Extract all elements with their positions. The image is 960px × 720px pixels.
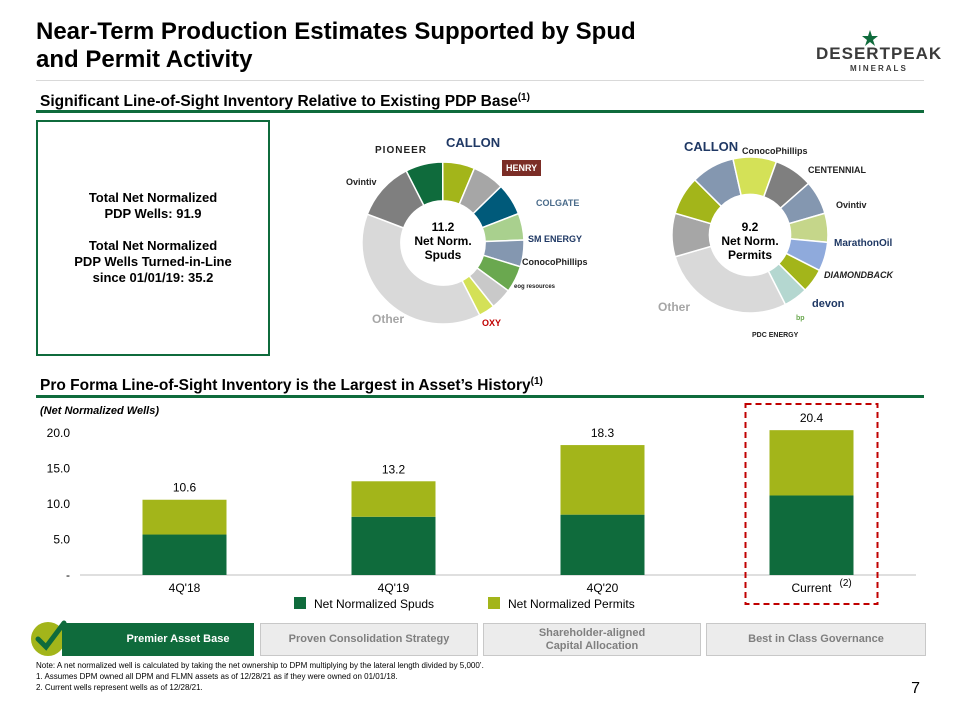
bar-permits-1 bbox=[351, 481, 436, 517]
spuds-center-label2: Spuds bbox=[424, 248, 462, 262]
bar-permits-2 bbox=[560, 445, 645, 515]
x-tick-label: 4Q'20 bbox=[587, 581, 619, 595]
legend-swatch-0 bbox=[294, 597, 306, 609]
logo-ovintiv-2: Ovintiv bbox=[836, 200, 867, 210]
tab-shareholder-label2: Capital Allocation bbox=[545, 639, 639, 652]
x-tick-label: 4Q'18 bbox=[169, 581, 201, 595]
logo-marathon: MarathonOil bbox=[834, 238, 893, 249]
permits-center-label2: Permits bbox=[727, 248, 773, 262]
permits-center-label1: Net Norm. bbox=[721, 234, 779, 248]
spuds-donut-center: 11.2 Net Norm. Spuds bbox=[400, 220, 486, 262]
tab-shareholder-label1: Shareholder-aligned bbox=[538, 626, 646, 639]
logo-sub: MINERALS bbox=[850, 64, 908, 73]
tab-shareholder-aligned[interactable]: Shareholder-aligned Capital Allocation bbox=[483, 623, 701, 656]
logo-pioneer: PIONEER bbox=[375, 145, 428, 156]
logo-colgate: COLGATE bbox=[536, 198, 580, 208]
spuds-center-value: 11.2 bbox=[431, 220, 455, 234]
pdp-line-5: since 01/01/19: 35.2 bbox=[92, 270, 214, 285]
section1-rule bbox=[36, 110, 924, 113]
footnote-1: 1. Assumes DPM owned all DPM and FLMN as… bbox=[36, 672, 398, 681]
tab-premier-label: Premier Asset Base bbox=[126, 633, 230, 645]
bar-total-label: 18.3 bbox=[591, 426, 615, 440]
pdp-line-3: Total Net Normalized bbox=[88, 238, 218, 253]
page-number: 7 bbox=[911, 680, 920, 697]
y-tick-label: 10.0 bbox=[47, 497, 71, 511]
logo-callon: CALLON bbox=[446, 135, 501, 150]
bar-permits-0 bbox=[142, 499, 227, 535]
permits-center-value: 9.2 bbox=[741, 220, 759, 234]
desert-peak-logo: DESERTPEAK MINERALS bbox=[812, 28, 941, 78]
footnotes: Note: A net normalized well is calculate… bbox=[36, 660, 484, 693]
bar-total-label: 20.4 bbox=[800, 411, 824, 425]
x-tick-label: 4Q'19 bbox=[378, 581, 410, 595]
pdp-summary-box: Total Net Normalized PDP Wells: 91.9 Tot… bbox=[36, 120, 270, 356]
logo-pdc-energy: PDC ENERGY bbox=[752, 332, 799, 339]
section1-sup: (1) bbox=[517, 92, 530, 103]
chart-unit-label: (Net Normalized Wells) bbox=[40, 405, 159, 417]
inventory-bar-chart: (Net Normalized Wells) - 5.0 10.0 15.0 20.0 1… bbox=[40, 403, 916, 611]
header-divider bbox=[36, 80, 924, 81]
logo-name: DESERTPEAK bbox=[816, 44, 943, 63]
legend-label-0: Net Normalized Spuds bbox=[314, 597, 434, 611]
pdp-line-1: Total Net Normalized bbox=[88, 190, 218, 205]
page-title: Near-Term Production Estimates Supported… bbox=[36, 18, 676, 74]
logo-eog: eog resources bbox=[514, 284, 556, 290]
title-line-1: Near-Term Production Estimates Supported… bbox=[36, 18, 636, 45]
y-tick-label: 5.0 bbox=[53, 533, 70, 547]
section2-title-text: Pro Forma Line-of-Sight Inventory is the… bbox=[40, 377, 531, 395]
x-tick-sup: (2) bbox=[840, 578, 852, 589]
tab-premier-asset-base[interactable]: Premier Asset Base bbox=[62, 623, 254, 656]
logo-oxy: OXY bbox=[482, 318, 502, 328]
pdp-line-2: PDP Wells: 91.9 bbox=[104, 206, 202, 221]
pdp-line-4: PDP Wells Turned-in-Line bbox=[74, 254, 232, 269]
y-tick-label: - bbox=[66, 568, 70, 582]
tab-proven-label: Proven Consolidation Strategy bbox=[288, 633, 450, 645]
tab-proven-consolidation[interactable]: Proven Consolidation Strategy bbox=[260, 623, 478, 656]
logo-ovintiv: Ovintiv bbox=[346, 177, 377, 187]
bar-permits-3 bbox=[769, 430, 854, 496]
logo-callon-2: CALLON bbox=[684, 139, 739, 154]
section2-title: Pro Forma Line-of-Sight Inventory is the… bbox=[40, 376, 543, 395]
y-tick-label: 20.0 bbox=[47, 426, 71, 440]
x-tick-label: Current bbox=[791, 581, 832, 595]
title-line-2: and Permit Activity bbox=[36, 46, 253, 73]
section2-sup: (1) bbox=[530, 376, 543, 387]
logo-bp: bp bbox=[796, 315, 805, 322]
bar-total-label: 13.2 bbox=[382, 462, 406, 476]
legend-label-1: Net Normalized Permits bbox=[508, 597, 635, 611]
permits-other-label: Other bbox=[658, 300, 691, 314]
bar-spuds-0 bbox=[142, 534, 227, 575]
tab-best-in-class[interactable]: Best in Class Governance bbox=[706, 623, 926, 656]
tab-best-label: Best in Class Governance bbox=[748, 633, 884, 645]
spuds-center-label1: Net Norm. bbox=[414, 234, 472, 248]
logo-conocophillips-2: ConocoPhillips bbox=[742, 146, 808, 156]
legend-swatch-1 bbox=[488, 597, 500, 609]
section1-title-text: Significant Line-of-Sight Inventory Rela… bbox=[40, 93, 518, 111]
logo-centennial: CENTENNIAL bbox=[808, 165, 866, 175]
footnote-note: Note: A net normalized well is calculate… bbox=[36, 661, 484, 670]
section1-title: Significant Line-of-Sight Inventory Rela… bbox=[40, 92, 530, 111]
logo-devon: devon bbox=[812, 298, 845, 310]
y-tick-label: 15.0 bbox=[47, 462, 71, 476]
logo-conocophillips: ConocoPhillips bbox=[522, 257, 588, 267]
section2-rule bbox=[36, 395, 924, 398]
footnote-2: 2. Current wells represent wells as of 1… bbox=[36, 683, 203, 692]
logo-diamondback: DIAMONDBACK bbox=[824, 270, 893, 280]
logo-henry: HENRY bbox=[502, 160, 542, 176]
logo-sm-energy: SM ENERGY bbox=[528, 234, 583, 244]
bar-spuds-1 bbox=[351, 516, 436, 575]
bar-spuds-3 bbox=[769, 495, 854, 575]
bar-spuds-2 bbox=[560, 514, 645, 575]
spuds-other-label: Other bbox=[372, 312, 405, 326]
permits-donut-center: 9.2 Net Norm. Permits bbox=[708, 220, 792, 262]
bar-total-label: 10.6 bbox=[173, 481, 197, 495]
